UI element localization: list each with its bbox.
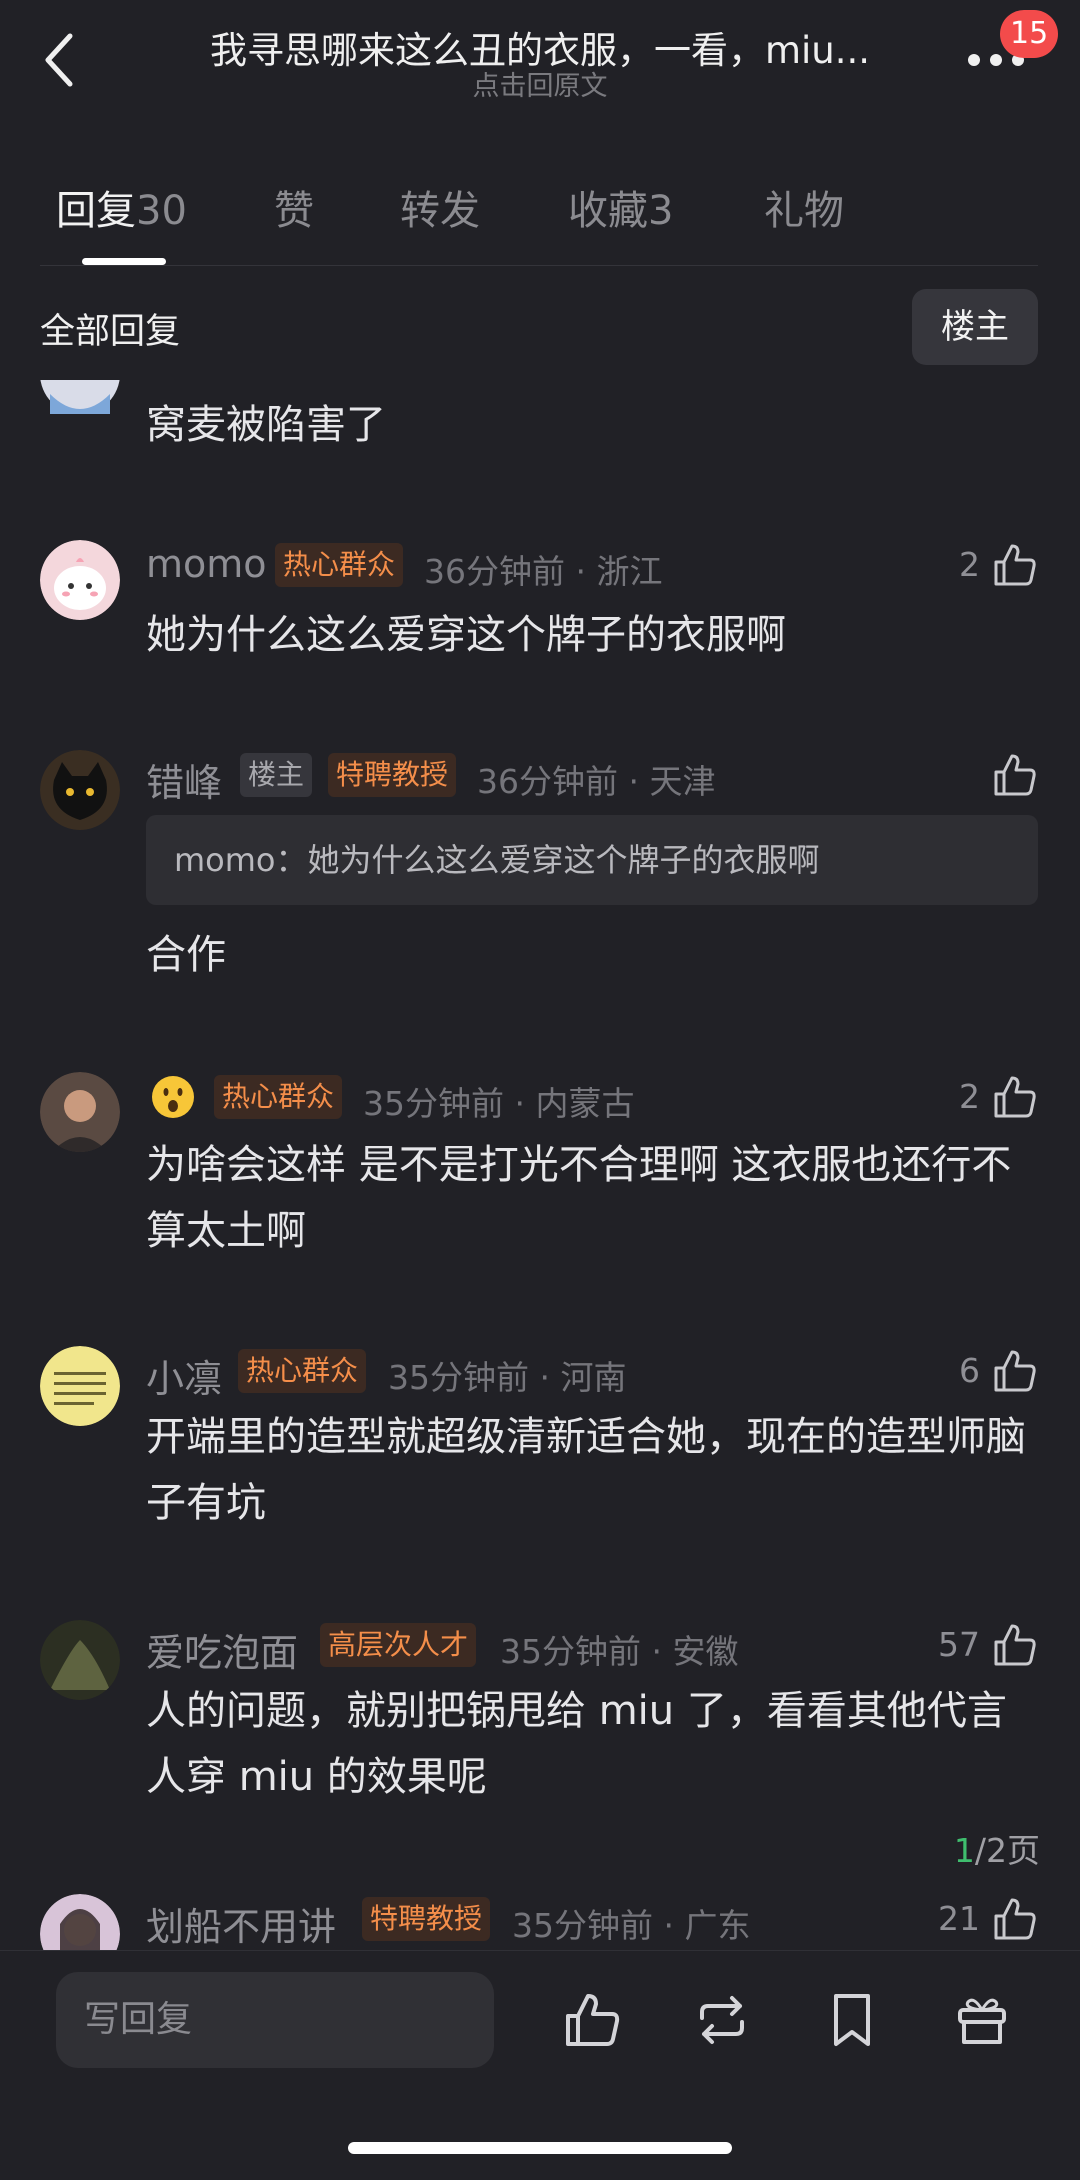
- user-badge: 高层次人才: [320, 1623, 477, 1667]
- active-tab-indicator: [82, 258, 166, 265]
- thumbs-up-icon[interactable]: [992, 1348, 1038, 1394]
- comment-meta: 35分钟前 · 内蒙古: [363, 1084, 635, 1123]
- tab-label: 收藏: [568, 188, 648, 234]
- avatar[interactable]: [40, 750, 120, 830]
- comment-content: 开端里的造型就超级清新适合她，现在的造型师脑子有坑: [146, 1414, 1026, 1526]
- page-indicator[interactable]: 1/2页: [860, 1824, 1040, 1874]
- avatar[interactable]: [40, 1072, 120, 1152]
- tab-count: 3: [648, 188, 674, 234]
- avatar[interactable]: [40, 540, 120, 620]
- comment-meta: 35分钟前 · 河南: [388, 1358, 627, 1397]
- user-badge: 热心群众: [214, 1075, 343, 1119]
- username[interactable]: 爱吃泡面: [146, 1622, 298, 1677]
- user-badge: 热心群众: [238, 1349, 367, 1393]
- tab-replies[interactable]: 回复30: [56, 178, 187, 236]
- bookmark-icon[interactable]: [822, 1990, 882, 2050]
- comment-content: 合作: [146, 932, 226, 978]
- tab-gifts[interactable]: 礼物: [764, 178, 844, 236]
- avatar[interactable]: [40, 1620, 120, 1700]
- surprised-face-icon: [152, 1076, 194, 1118]
- op-badge: 楼主: [240, 753, 313, 797]
- user-badge: 特聘教授: [328, 753, 457, 797]
- user-badge: 特聘教授: [362, 1897, 491, 1941]
- tab-count: 30: [136, 188, 187, 234]
- section-title: 全部回复: [40, 312, 181, 352]
- comment-content: 她为什么这么爱穿这个牌子的衣服啊: [146, 612, 786, 658]
- divider: [40, 265, 1038, 266]
- tab-favorites[interactable]: 收藏3: [568, 178, 673, 236]
- tab-label: 赞: [274, 188, 314, 234]
- like-count: 2: [959, 545, 980, 584]
- tab-label: 回复: [56, 188, 136, 234]
- username[interactable]: 小凛: [146, 1348, 222, 1403]
- notification-badge: 15: [1000, 10, 1059, 58]
- user-badge: 热心群众: [275, 543, 404, 587]
- comment-content: 为啥会这样 是不是打光不合理啊 这衣服也还行不算太土啊: [146, 1142, 1012, 1254]
- gift-icon[interactable]: [952, 1990, 1012, 2050]
- thumbs-up-icon[interactable]: [992, 1074, 1038, 1120]
- like-count: 6: [959, 1351, 980, 1390]
- tab-label: 转发: [400, 188, 480, 234]
- back-to-original-link[interactable]: 点击回原文: [150, 64, 930, 103]
- home-indicator: [348, 2142, 732, 2154]
- reply-input[interactable]: 写回复: [56, 1972, 494, 2068]
- total-pages: /2页: [974, 1831, 1040, 1870]
- comment-meta: 35分钟前 · 广东: [512, 1906, 751, 1945]
- tab-label: 礼物: [764, 188, 844, 234]
- thumbs-up-icon[interactable]: [992, 752, 1038, 798]
- username[interactable]: momo: [146, 542, 267, 586]
- back-icon[interactable]: [40, 30, 80, 90]
- comment-meta: 36分钟前 · 浙江: [424, 552, 663, 591]
- comment-content: 人的问题，就别把锅甩给 miu 了，看看其他代言人穿 miu 的效果呢: [146, 1688, 1007, 1800]
- tab-reposts[interactable]: 转发: [400, 178, 480, 236]
- username[interactable]: 划船不用讲: [146, 1896, 336, 1951]
- repost-icon[interactable]: [692, 1990, 752, 2050]
- thumbs-up-icon[interactable]: [992, 1622, 1038, 1668]
- like-count: 2: [959, 1077, 980, 1116]
- avatar[interactable]: [40, 1346, 120, 1426]
- quoted-reply[interactable]: momo：她为什么这么爱穿这个牌子的衣服啊: [146, 815, 1038, 905]
- op-only-filter-button[interactable]: 楼主: [912, 289, 1038, 365]
- tab-likes[interactable]: 赞: [274, 178, 314, 236]
- comment-content: 窝麦被陷害了: [146, 402, 386, 448]
- thumbs-up-icon[interactable]: [992, 542, 1038, 588]
- thumbs-up-icon[interactable]: [562, 1990, 622, 2050]
- like-count: 21: [938, 1899, 980, 1938]
- like-count: 57: [938, 1625, 980, 1664]
- comment-meta: 36分钟前 · 天津: [477, 762, 716, 801]
- avatar[interactable]: [40, 380, 120, 414]
- comment-meta: 35分钟前 · 安徽: [500, 1632, 739, 1671]
- username[interactable]: 错峰: [146, 752, 222, 807]
- thumbs-up-icon[interactable]: [992, 1896, 1038, 1942]
- current-page: 1: [953, 1831, 975, 1870]
